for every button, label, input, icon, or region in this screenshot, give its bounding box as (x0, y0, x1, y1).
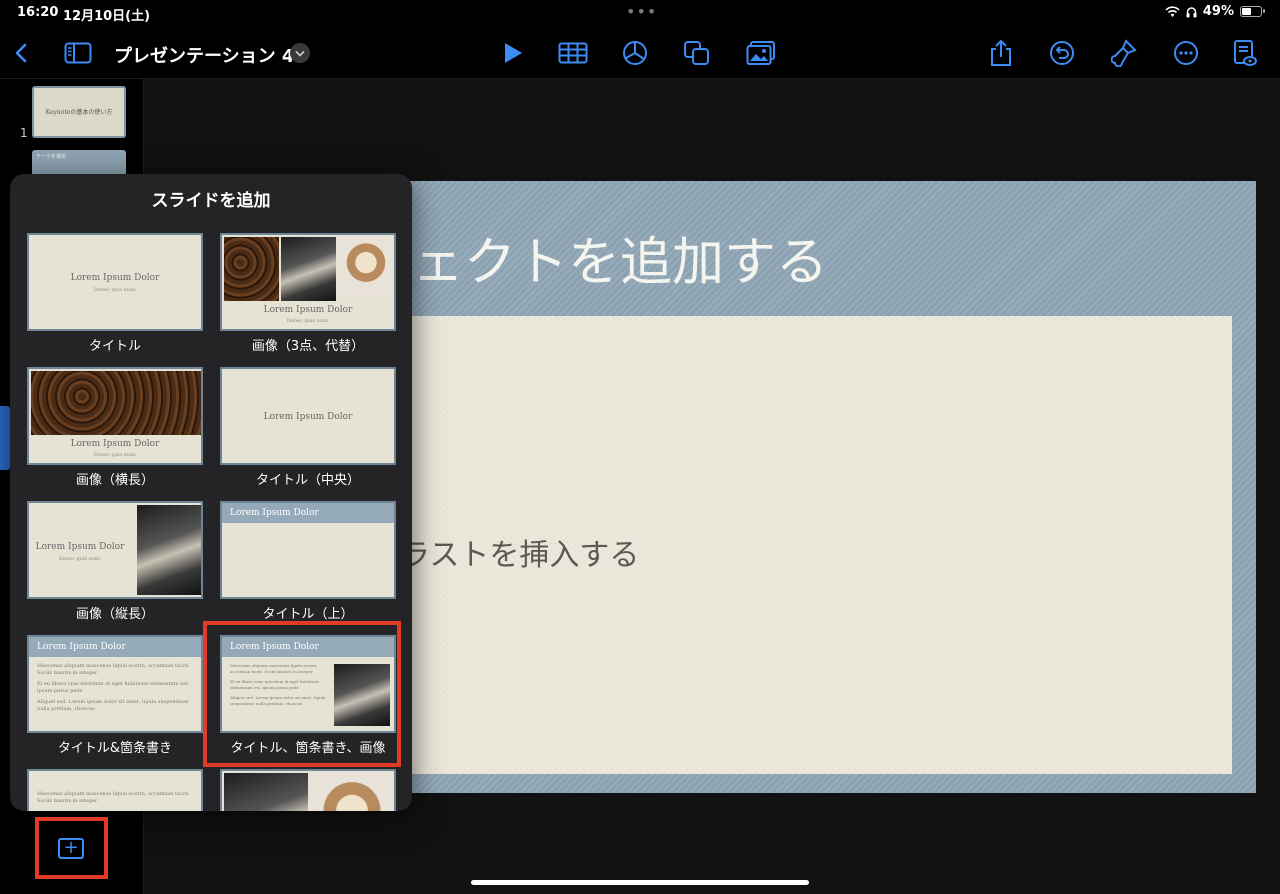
layout-thumbnail: Maecenas aliquam maecenas ligula nostra,… (27, 769, 203, 811)
undo-icon[interactable] (1048, 39, 1076, 67)
more-icon[interactable] (1172, 39, 1200, 67)
layout-thumbnail (220, 769, 396, 811)
coffee-beans-image (224, 237, 279, 301)
layout-thumbnail: Lorem Ipsum Dolor Donec quis nunc (220, 233, 396, 331)
status-icons: 49% (1165, 4, 1265, 19)
popover-title: スライドを追加 (151, 191, 271, 211)
slide-body-text[interactable]: ラストを挿入する (400, 530, 639, 574)
layout-caption: Lorem Ipsum Dolor (263, 412, 353, 422)
layout-name: タイトル（中央） (255, 473, 360, 488)
status-bar: 16:20 12月10日(土) ••• 49% (0, 0, 1280, 28)
back-chevron-icon[interactable] (10, 40, 32, 66)
kettle-image (137, 505, 201, 595)
layout-thumbnail: Lorem Ipsum Dolor Donec quis nunc (27, 501, 203, 599)
bullet-line: ipsum purus pede (37, 688, 83, 694)
bullet-line: Sociis mauris in integer (37, 798, 98, 804)
layout-name: タイトル&箇条書き (57, 741, 173, 756)
layout-subcaption: Donec quis nunc (93, 452, 137, 458)
layout-thumbnail: Lorem Ipsum Dolor (220, 501, 396, 599)
share-icon[interactable] (988, 38, 1014, 68)
multitasking-dots[interactable]: ••• (626, 2, 657, 21)
coffee-scoop-image (31, 371, 201, 435)
layout-subcaption: Donec quis nunc (58, 556, 102, 562)
layout-caption: Lorem Ipsum Dolor (70, 273, 160, 283)
table-icon[interactable] (557, 40, 589, 66)
headphones-icon (1186, 6, 1197, 17)
slide-number: 1 (20, 126, 28, 140)
selected-layout-highlight (203, 621, 401, 767)
clock: 16:20 (17, 5, 59, 20)
bullet-line: Maecenas aliquam maecenas ligula nostra,… (37, 791, 190, 797)
kettle-image (281, 237, 336, 301)
media-icon[interactable] (745, 39, 777, 67)
layout-name: 画像（横長） (75, 473, 154, 488)
add-slide-button[interactable]: + (58, 838, 84, 859)
title-menu-chevron-icon[interactable] (290, 43, 310, 63)
slide-thumbnail-title: テーマを選択 (36, 154, 67, 160)
slide-thumbnail-1[interactable]: Keynoteの基本の使い方 (32, 86, 126, 138)
layout-thumbnail: Lorem Ipsum Dolor Donec quis nunc (27, 233, 203, 331)
date: 12月10日(土) (63, 9, 151, 24)
shape-icon[interactable] (682, 39, 712, 67)
bullet-line: nulla pretium, rhoncus (37, 706, 95, 712)
layout-thumbnail: Lorem Ipsum Dolor (220, 367, 396, 465)
chart-icon[interactable] (621, 40, 649, 66)
layout-name: タイトル（上） (262, 607, 354, 622)
reading-view-icon[interactable] (1232, 38, 1258, 68)
slide-thumbnail-title: Keynoteの基本の使い方 (45, 109, 113, 116)
layout-caption: Lorem Ipsum Dolor (70, 439, 160, 449)
navigator-edge-tab[interactable] (0, 406, 10, 470)
bullet-line: Maecenas aliquam maecenas ligula nostra,… (37, 663, 190, 669)
sidebar-toggle-icon[interactable] (62, 40, 94, 66)
layout-thumbnail: Lorem Ipsum Dolor Maecenas aliquam maece… (27, 635, 203, 733)
battery-icon (1240, 6, 1265, 17)
layout-name: 画像（3点、代替） (251, 339, 365, 354)
layout-name: タイトル (88, 339, 141, 354)
layout-caption: Lorem Ipsum Dolor (263, 305, 353, 315)
format-brush-icon[interactable] (1110, 38, 1138, 68)
play-icon[interactable] (500, 40, 526, 66)
layout-subcaption: Donec quis nunc (93, 287, 137, 293)
latte-image (310, 773, 394, 811)
layout-subcaption: Donec quis nunc (286, 318, 330, 324)
bullet-line: Sociis mauris in integer (37, 670, 98, 676)
layout-name: 画像（縦長） (75, 607, 154, 622)
latte-image (338, 237, 394, 301)
layout-thumbnail: Lorem Ipsum Dolor Donec quis nunc (27, 367, 203, 465)
layout-caption: Lorem Ipsum Dolor (35, 542, 125, 552)
bullet-line: Aliquet sed. Lorem ipsum dolor sit amet,… (37, 699, 189, 705)
home-indicator[interactable] (471, 880, 809, 885)
document-title[interactable]: プレゼンテーション 4 (114, 42, 294, 68)
layout-caption: Lorem Ipsum Dolor (230, 508, 319, 518)
layout-caption: Lorem Ipsum Dolor (37, 642, 126, 652)
slide-title[interactable]: ェクトを追加する (412, 220, 828, 295)
kettle-image (224, 773, 308, 811)
wifi-icon (1165, 5, 1180, 17)
bullet-line: El eu libero cras interdum at eget habit… (37, 681, 190, 687)
battery-percent: 49% (1202, 4, 1234, 19)
